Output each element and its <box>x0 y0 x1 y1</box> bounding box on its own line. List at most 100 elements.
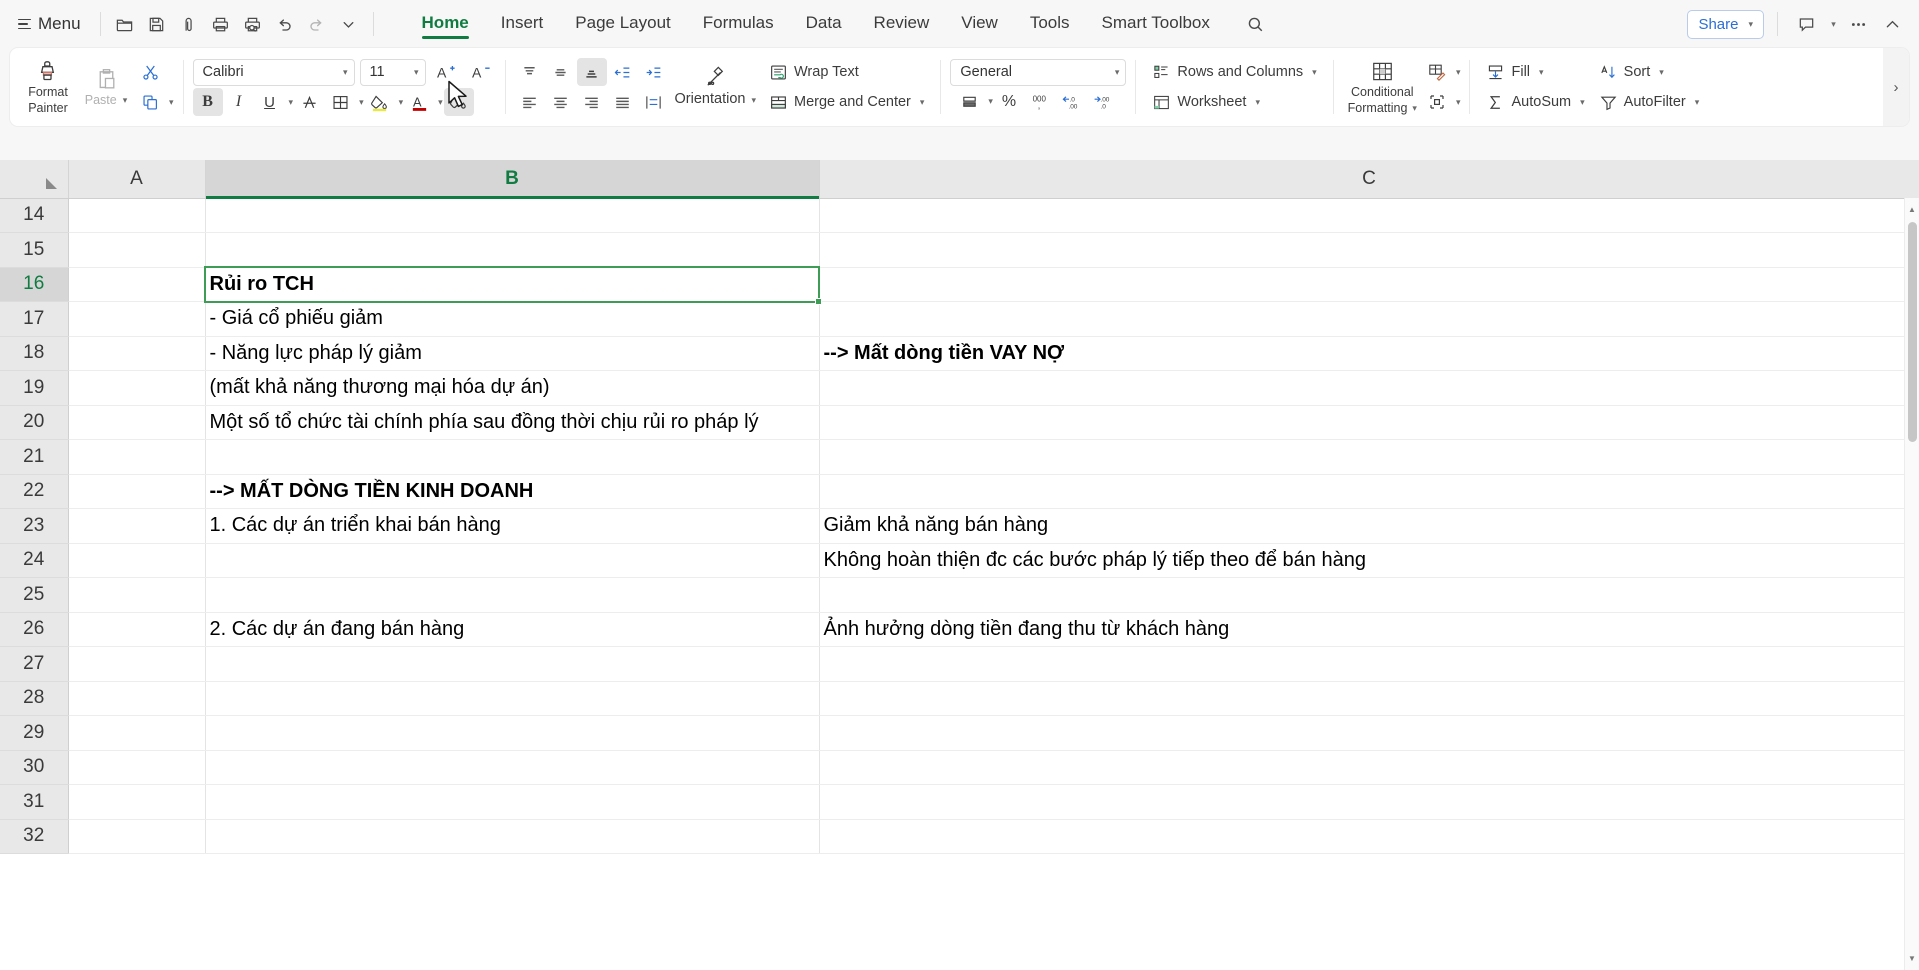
cell-C25[interactable] <box>819 577 1919 613</box>
cell-A32[interactable] <box>68 819 206 854</box>
font-name-select[interactable]: Calibri ▾ <box>192 58 355 86</box>
cell-C31[interactable] <box>819 784 1919 820</box>
cell-C20[interactable] <box>819 405 1919 440</box>
wrap-text-button[interactable]: Wrap Text <box>762 58 931 86</box>
row-header-28[interactable]: 28 <box>0 681 69 716</box>
cell-B32[interactable] <box>205 819 820 854</box>
redo-icon[interactable] <box>302 9 332 39</box>
cell-C24[interactable]: Không hoàn thiện đc các bước pháp lý tiế… <box>819 543 1919 578</box>
print-icon[interactable] <box>206 9 236 39</box>
cell-C26[interactable]: Ảnh hưởng dòng tiền đang thu từ khách hà… <box>819 612 1919 647</box>
tab-smart-toolbox[interactable]: Smart Toolbox <box>1087 7 1225 42</box>
cell-B29[interactable] <box>205 715 820 751</box>
comment-dropdown-icon[interactable]: ▾ <box>1825 9 1839 39</box>
percent-style-button[interactable]: % <box>994 88 1024 116</box>
row-header-26[interactable]: 26 <box>0 612 69 647</box>
cell-A25[interactable] <box>68 577 206 613</box>
comment-icon[interactable] <box>1791 9 1821 39</box>
tab-data[interactable]: Data <box>791 7 857 42</box>
row-header-22[interactable]: 22 <box>0 474 69 509</box>
print-preview-icon[interactable] <box>238 9 268 39</box>
cell-C28[interactable] <box>819 681 1919 716</box>
cell-B15[interactable] <box>205 232 820 268</box>
row-header-32[interactable]: 32 <box>0 819 69 854</box>
autofilter-button[interactable]: AutoFilter ▾ <box>1592 88 1707 116</box>
increase-indent-button[interactable] <box>639 58 669 86</box>
borders-button[interactable] <box>325 88 355 116</box>
chevron-down-icon[interactable]: ▾ <box>399 97 404 108</box>
merge-and-center-button[interactable]: Merge and Center ▾ <box>762 88 931 116</box>
cell-B19[interactable]: (mất khả năng thương mại hóa dự án) <box>205 370 820 406</box>
scroll-down-arrow-icon[interactable]: ▼ <box>1905 951 1919 966</box>
open-icon[interactable] <box>110 9 140 39</box>
increase-decimal-button[interactable]: .0 .00 <box>1056 88 1086 116</box>
fill-color-button[interactable] <box>365 88 395 116</box>
clear-formatting-button[interactable] <box>443 88 474 116</box>
row-header-16[interactable]: 16 <box>0 267 69 302</box>
undo-icon[interactable] <box>270 9 300 39</box>
decrease-indent-button[interactable] <box>608 58 638 86</box>
row-header-29[interactable]: 29 <box>0 715 69 751</box>
align-right-button[interactable] <box>577 88 607 116</box>
row-header-27[interactable]: 27 <box>0 646 69 682</box>
accounting-format-button[interactable] <box>954 88 984 116</box>
cell-B30[interactable] <box>205 750 820 785</box>
cell-C27[interactable] <box>819 646 1919 682</box>
cell-A30[interactable] <box>68 750 206 785</box>
row-header-14[interactable]: 14 <box>0 198 69 233</box>
cell-A24[interactable] <box>68 543 206 578</box>
cell-C32[interactable] <box>819 819 1919 854</box>
cell-B23[interactable]: 1. Các dự án triển khai bán hàng <box>205 508 820 544</box>
scroll-up-arrow-icon[interactable]: ▲ <box>1905 202 1919 217</box>
cell-C18[interactable]: --> Mất dòng tiền VAY NỢ <box>819 336 1919 371</box>
cell-A22[interactable] <box>68 474 206 509</box>
row-header-21[interactable]: 21 <box>0 439 69 475</box>
font-size-select[interactable]: 11 ▾ <box>359 58 426 86</box>
conditional-formatting-button[interactable]: Conditional Formatting ▾ <box>1343 55 1422 120</box>
cell-B31[interactable] <box>205 784 820 820</box>
align-top-button[interactable] <box>515 58 545 86</box>
cell-A20[interactable] <box>68 405 206 440</box>
copy-button[interactable] <box>135 88 165 116</box>
chevron-down-icon[interactable]: ▾ <box>438 97 443 108</box>
cell-A16[interactable] <box>68 267 206 302</box>
cell-A29[interactable] <box>68 715 206 751</box>
cell-A23[interactable] <box>68 508 206 544</box>
cell-B18[interactable]: - Năng lực pháp lý giảm <box>205 336 820 371</box>
chevron-down-icon[interactable]: ▾ <box>359 97 364 108</box>
menu-button[interactable]: Menu <box>12 10 91 38</box>
tab-review[interactable]: Review <box>859 7 945 42</box>
worksheet-button[interactable]: Worksheet ▾ <box>1145 88 1323 116</box>
cell-B24[interactable] <box>205 543 820 578</box>
collapse-ribbon-icon[interactable] <box>1877 9 1907 39</box>
cell-B21[interactable] <box>205 439 820 475</box>
align-middle-button[interactable] <box>546 58 576 86</box>
row-header-24[interactable]: 24 <box>0 543 69 578</box>
output-icon[interactable] <box>174 9 204 39</box>
cell-B17[interactable]: - Giá cổ phiếu giảm <box>205 301 820 337</box>
tab-formulas[interactable]: Formulas <box>688 7 789 42</box>
tab-home[interactable]: Home <box>407 7 484 42</box>
scrollbar-thumb[interactable] <box>1908 222 1917 442</box>
cell-B20[interactable]: Một số tổ chức tài chính phía sau đồng t… <box>205 405 820 440</box>
fill-handle[interactable] <box>815 297 822 305</box>
row-header-18[interactable]: 18 <box>0 336 69 371</box>
italic-button[interactable]: I <box>224 88 254 116</box>
cell-C21[interactable] <box>819 439 1919 475</box>
align-left-button[interactable] <box>515 88 545 116</box>
cell-A28[interactable] <box>68 681 206 716</box>
row-header-25[interactable]: 25 <box>0 577 69 613</box>
select-all-corner[interactable] <box>0 160 69 199</box>
row-header-17[interactable]: 17 <box>0 301 69 337</box>
chevron-down-icon[interactable]: ▾ <box>1456 97 1461 108</box>
sort-button[interactable]: Sort ▾ <box>1592 58 1707 86</box>
row-header-23[interactable]: 23 <box>0 508 69 544</box>
customize-quick-access-icon[interactable] <box>334 9 364 39</box>
cell-C19[interactable] <box>819 370 1919 406</box>
fill-button[interactable]: Fill ▾ <box>1479 58 1591 86</box>
distributed-button[interactable] <box>639 88 669 116</box>
cell-A15[interactable] <box>68 232 206 268</box>
align-bottom-button[interactable] <box>576 58 607 86</box>
chevron-down-icon[interactable]: ▾ <box>289 97 294 108</box>
format-painter-button[interactable]: Format Painter <box>19 55 77 120</box>
